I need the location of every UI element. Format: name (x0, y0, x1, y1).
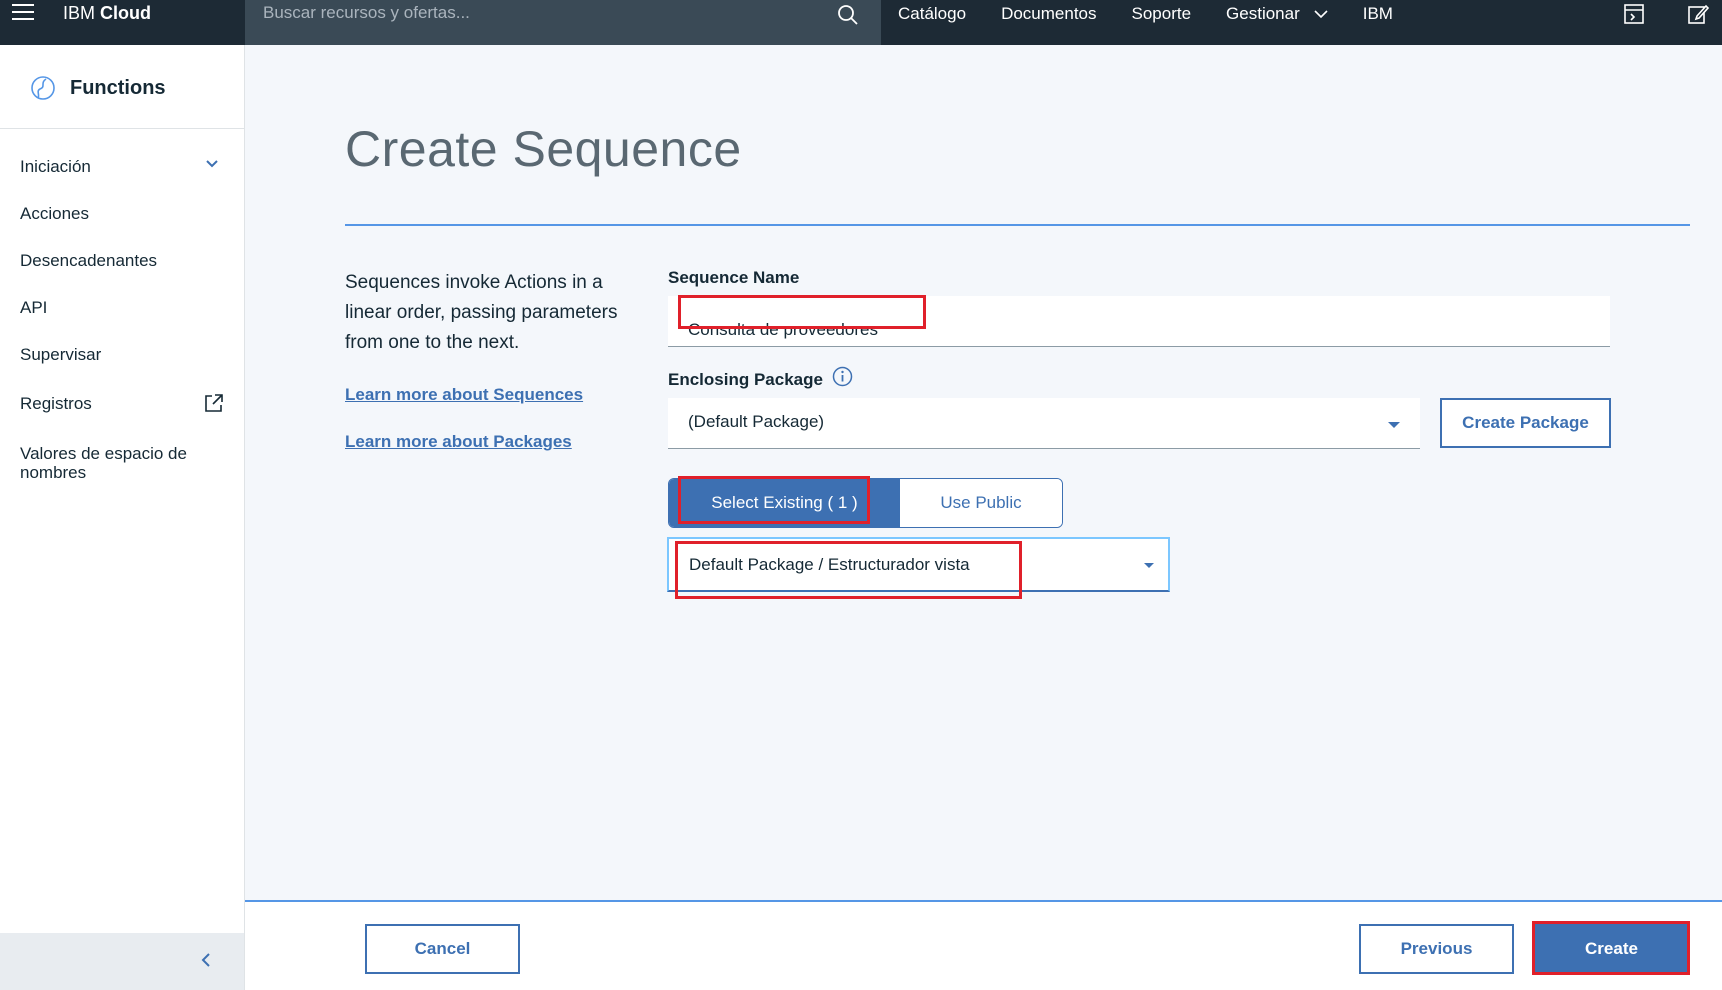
nav-soporte[interactable]: Soporte (1132, 4, 1192, 24)
nav-gestionar-label: Gestionar (1226, 4, 1300, 23)
sidebar-item-api[interactable]: API (20, 298, 225, 318)
sidebar-item-registros[interactable]: Registros (20, 394, 225, 414)
info-icon[interactable] (832, 366, 853, 387)
create-button[interactable]: Create (1534, 924, 1689, 974)
action-select[interactable]: Default Package / Estructurador vista (667, 537, 1170, 592)
top-bar: IBM Cloud Catálogo Documentos Soporte Ge… (0, 0, 1722, 45)
brand-prefix: IBM (63, 3, 96, 23)
sidebar: Functions Iniciación Acciones Desencaden… (0, 45, 245, 990)
description-text: Sequences invoke Actions in a linear ord… (345, 272, 618, 353)
terminal-icon[interactable] (1623, 3, 1645, 25)
enclosing-package-value: (Default Package) (688, 412, 825, 431)
caret-down-icon (1144, 563, 1154, 568)
nav-gestionar[interactable]: Gestionar (1226, 4, 1328, 24)
title-divider (345, 224, 1690, 226)
chevron-down-icon (1314, 10, 1328, 19)
sidebar-title: Functions (70, 77, 166, 99)
sequence-name-input[interactable] (668, 296, 1610, 347)
sidebar-item-supervisar[interactable]: Supervisar (20, 345, 225, 365)
caret-down-icon (1388, 422, 1400, 428)
edit-icon[interactable] (1687, 3, 1709, 25)
page-title: Create Sequence (345, 121, 742, 177)
menu-icon[interactable] (12, 4, 34, 24)
cancel-button[interactable]: Cancel (365, 924, 520, 974)
sidebar-item-label: Registros (20, 394, 92, 413)
external-link-icon (205, 394, 223, 412)
nav-account[interactable]: IBM (1363, 4, 1393, 24)
chevron-down-icon (206, 160, 218, 168)
sidebar-item-valores-espacio-nombres[interactable]: Valores de espacio de nombres (20, 444, 220, 482)
sidebar-item-label: Iniciación (20, 157, 91, 176)
brand-logo[interactable]: IBM Cloud (63, 3, 151, 24)
action-select-value: Default Package / Estructurador vista (689, 555, 970, 574)
search-input[interactable] (263, 0, 823, 26)
top-nav: Catálogo Documentos Soporte Gestionar IB… (898, 4, 1428, 24)
sidebar-item-iniciacion[interactable]: Iniciación (20, 157, 225, 177)
create-package-button[interactable]: Create Package (1440, 398, 1611, 448)
action-source-toggle: Select Existing ( 1 ) Use Public (668, 478, 1063, 528)
sidebar-item-desencadenantes[interactable]: Desencadenantes (20, 251, 225, 271)
brand-suffix: Cloud (100, 3, 152, 23)
sequence-name-label: Sequence Name (668, 268, 800, 287)
nav-catalogo[interactable]: Catálogo (898, 4, 966, 24)
learn-more-packages-link[interactable]: Learn more about Packages (345, 432, 572, 452)
enclosing-package-label: Enclosing Package (668, 370, 823, 389)
learn-more-sequences-link[interactable]: Learn more about Sequences (345, 385, 583, 405)
enclosing-package-select[interactable]: (Default Package) (668, 398, 1420, 449)
toggle-select-existing[interactable]: Select Existing ( 1 ) (669, 479, 900, 527)
search-bar (245, 0, 881, 45)
nav-documentos[interactable]: Documentos (1001, 4, 1096, 24)
sidebar-item-acciones[interactable]: Acciones (20, 204, 225, 224)
search-icon[interactable] (837, 4, 859, 26)
sidebar-collapse-button[interactable] (0, 933, 244, 990)
previous-button[interactable]: Previous (1359, 924, 1514, 974)
toggle-use-public[interactable]: Use Public (900, 479, 1062, 527)
sidebar-header: Functions (0, 45, 244, 129)
functions-icon (31, 76, 55, 100)
chevron-left-icon (201, 953, 210, 967)
